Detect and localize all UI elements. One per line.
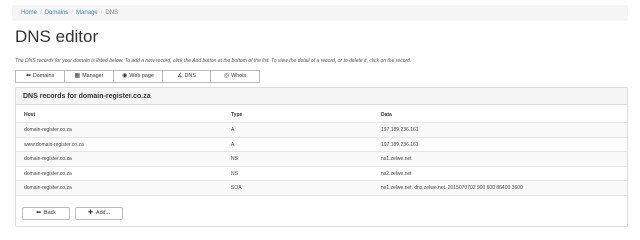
cell-host: domain-register.co.za [24, 127, 72, 133]
cell-type: NS [231, 156, 238, 162]
tab-dns-label: DNS [184, 73, 196, 79]
tab-web-page-label: Web page [129, 73, 154, 79]
arrow-left-icon: ⬅ [35, 210, 42, 216]
cell-host: domain-register.co.za [24, 185, 72, 191]
cell-data: 197.189.236.161 [381, 127, 419, 133]
tab-domains-label: Domains [32, 73, 55, 79]
tab-dns[interactable]: ∡ DNS [162, 70, 211, 83]
table-row[interactable]: domain-register.co.za A 197.189.236.161 [16, 123, 627, 138]
cell-data: 197.189.236.161 [381, 141, 419, 148]
cell-type: NS [231, 170, 238, 177]
dns-records-panel: DNS records for domain-register.co.za Ho… [15, 87, 628, 227]
panel-heading: DNS records for domain-register.co.za [16, 88, 627, 105]
cell-data: ns1.zelwe.net [381, 156, 412, 162]
cell-type: A [231, 141, 235, 148]
grid-icon: ▦ [74, 73, 81, 79]
cell-data: ns2.zelwe.net [381, 170, 412, 177]
tab-whois[interactable]: ◎ Whois [210, 70, 260, 83]
cell-host: www.domain-register.co.za [24, 141, 84, 148]
column-header-host: Host [24, 112, 36, 118]
cell-type: SOA [231, 185, 242, 191]
back-button-label: Back [44, 210, 56, 216]
breadcrumb: Home / Domains / Manage / DNS [12, 5, 628, 21]
table-row[interactable]: domain-register.co.za SOA ns1.zelwe.net.… [16, 181, 627, 196]
breadcrumb-current: DNS [105, 10, 119, 16]
plus-icon: ✚ [87, 210, 93, 216]
tab-web-page[interactable]: ◉ Web page [113, 70, 163, 83]
table-header: Host Type Data [16, 108, 627, 123]
cell-type: A [231, 127, 235, 133]
eye-icon: ◎ [223, 73, 230, 79]
arrow-left-icon: ⬅ [25, 73, 31, 79]
tab-manager-label: Manager [82, 73, 104, 79]
cell-host: domain-register.co.za [24, 170, 72, 177]
table-row[interactable]: www.domain-register.co.za A 197.189.236.… [16, 138, 627, 152]
page-title: DNS editor [15, 27, 99, 46]
table-row[interactable]: domain-register.co.za NS ns1.zelwe.net [16, 152, 627, 167]
column-header-type: Type [231, 112, 243, 118]
add-button-label: Add... [95, 210, 111, 216]
add-button[interactable]: ✚ Add... [75, 207, 123, 220]
breadcrumb-separator: / [71, 10, 74, 16]
cell-data: ns1.zelwe.net. dns.zelwe.net. 2015070702… [381, 185, 523, 191]
back-button[interactable]: ⬅ Back [22, 207, 70, 220]
breadcrumb-home[interactable]: Home [21, 10, 37, 16]
tab-whois-label: Whois [231, 73, 247, 79]
breadcrumb-separator: / [40, 10, 42, 16]
intro-text: The DNS records for your domain is liste… [15, 58, 412, 64]
cell-host: domain-register.co.za [24, 156, 72, 162]
globe-icon: ◉ [122, 73, 128, 79]
tab-domains[interactable]: ⬅ Domains [15, 70, 65, 83]
link-icon: ∡ [177, 73, 183, 79]
dns-records-table: Host Type Data domain-register.co.za A 1… [16, 108, 627, 196]
nav-tabs: ⬅ Domains ▦ Manager ◉ Web page ∡ DNS ◎ W… [15, 70, 260, 83]
table-row[interactable]: domain-register.co.za NS ns2.zelwe.net [16, 167, 627, 181]
tab-manager[interactable]: ▦ Manager [64, 70, 114, 83]
breadcrumb-manage[interactable]: Manage [76, 10, 98, 16]
breadcrumb-domains[interactable]: Domains [45, 10, 69, 16]
column-header-data: Data [381, 112, 392, 118]
